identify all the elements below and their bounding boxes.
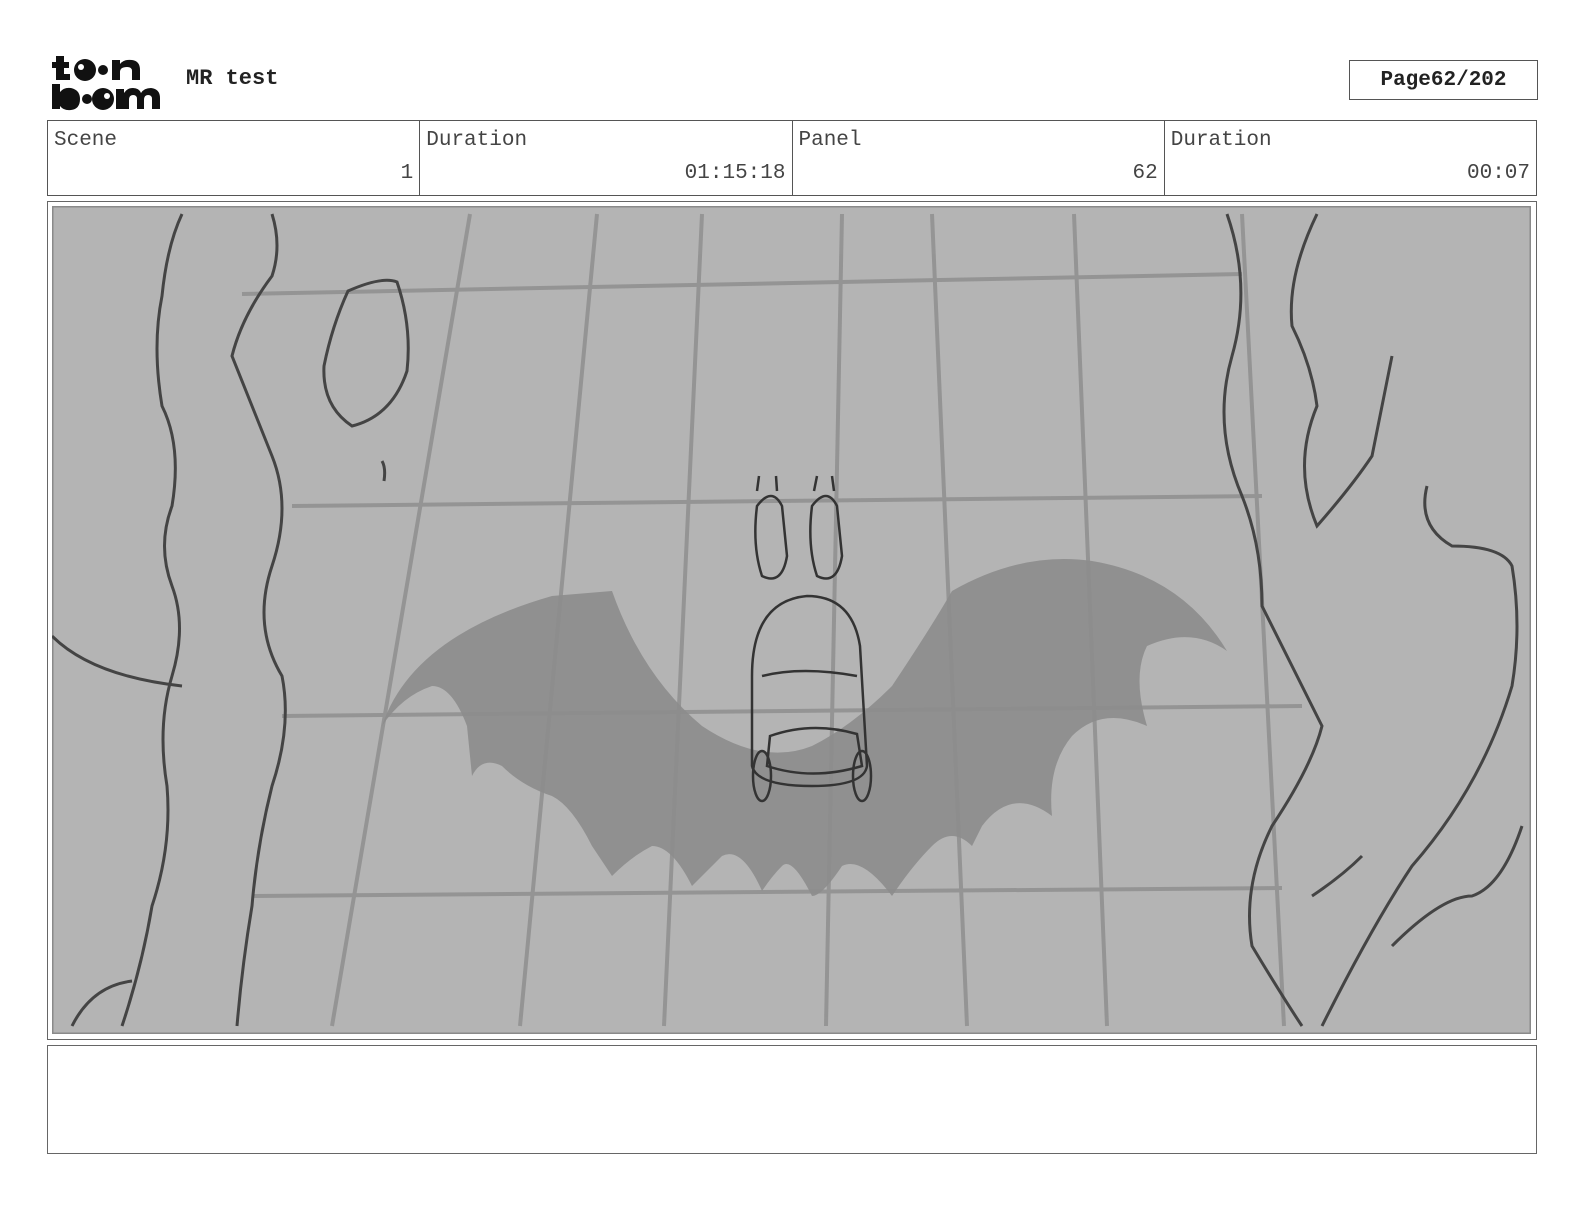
scene-label: Scene [54,129,118,152]
panel-duration-value: 00:07 [1466,162,1530,185]
page-label: Page [1380,68,1431,92]
panel-cell: Panel 62 [793,121,1165,195]
page-indicator: Page 62/202 [1349,60,1538,100]
panel-label: Panel [798,129,862,152]
scene-duration-value: 01:15:18 [684,162,786,185]
panel-notes-box[interactable] [47,1045,1537,1154]
page-number: 62/202 [1430,68,1507,92]
project-title: MR test [186,66,279,91]
scene-cell: Scene 1 [48,121,421,195]
scene-duration-label: Duration [426,129,528,152]
panel-value: 62 [1132,162,1158,185]
toonboom-logo [52,56,160,111]
panel-duration-cell: Duration 00:07 [1165,121,1536,195]
panel-frame [47,201,1537,1040]
panel-duration-label: Duration [1170,129,1272,152]
storyboard-sketch [52,206,1531,1034]
scene-duration-cell: Duration 01:15:18 [420,121,793,195]
scene-info-row: Scene 1 Duration 01:15:18 Panel 62 Durat… [47,120,1537,196]
scene-value: 1 [400,162,414,185]
